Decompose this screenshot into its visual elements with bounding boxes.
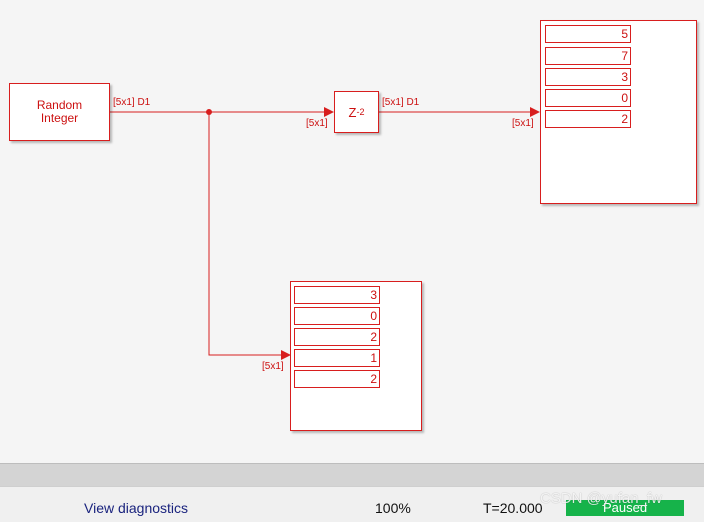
- delay-label: Z -2: [335, 92, 378, 132]
- display-block-bottom[interactable]: 3 0 2 1 2: [290, 281, 422, 431]
- watermark-text: CSDN @yufan_fw: [540, 490, 662, 507]
- signal-label-display-bottom-in: [5x1]: [262, 361, 284, 372]
- simulation-time: T=20.000: [483, 500, 543, 516]
- signal-label-delay-out: [5x1] D1: [382, 97, 420, 108]
- display-top-value-3: 3: [545, 68, 631, 86]
- arrow-into-delay: [324, 107, 334, 117]
- signal-label-display-top-in: [5x1]: [512, 118, 534, 129]
- display-bottom-value-4: 1: [294, 349, 380, 367]
- random-integer-label-line2: Integer: [40, 111, 79, 125]
- view-diagnostics-link[interactable]: View diagnostics: [84, 500, 188, 516]
- delay-label-base: Z: [348, 104, 357, 120]
- display-bottom-value-1: 3: [294, 286, 380, 304]
- random-integer-label: Random Integer: [10, 84, 109, 140]
- display-top-value-2: 7: [545, 47, 631, 65]
- display-block-top[interactable]: 5 7 3 0 2: [540, 20, 697, 204]
- arrow-into-display-top: [530, 107, 540, 117]
- display-bottom-value-5: 2: [294, 370, 380, 388]
- model-canvas[interactable]: Random Integer Z -2 5 7 3 0 2 3 0 2 1 2 […: [0, 0, 704, 462]
- branch-point: [206, 109, 212, 115]
- random-integer-block[interactable]: Random Integer: [9, 83, 110, 141]
- display-top-value-1: 5: [545, 25, 631, 43]
- signal-label-source-out: [5x1] D1: [113, 97, 151, 108]
- delay-block[interactable]: Z -2: [334, 91, 379, 133]
- wire-branch-to-display-bottom[interactable]: [208, 112, 284, 356]
- display-top-value-4: 0: [545, 89, 631, 107]
- signal-label-delay-in: [5x1]: [306, 118, 328, 129]
- zoom-level: 100%: [375, 500, 411, 516]
- horizontal-scrollbar[interactable]: [0, 463, 704, 486]
- display-bottom-value-2: 0: [294, 307, 380, 325]
- display-top-value-5: 2: [545, 110, 631, 128]
- display-bottom-value-3: 2: [294, 328, 380, 346]
- delay-label-exponent: -2: [356, 106, 365, 117]
